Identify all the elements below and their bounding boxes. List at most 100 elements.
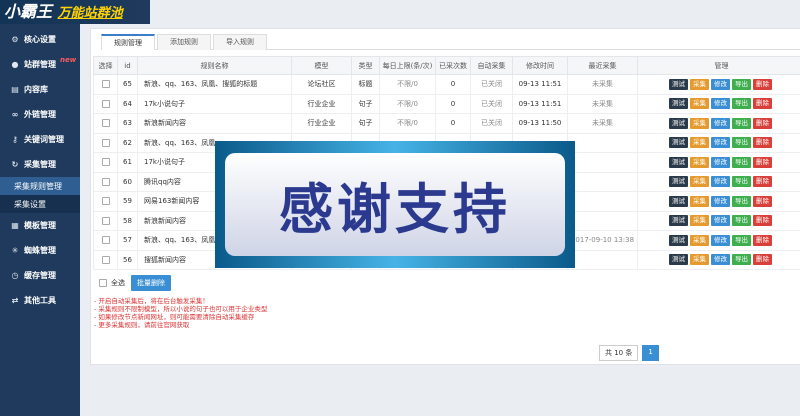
sidebar-item-templates[interactable]: ▦ 模板管理 xyxy=(0,213,80,238)
sidebar-item-external-links[interactable]: ∞ 外链管理 xyxy=(0,102,80,127)
cell-count: 0 xyxy=(435,93,471,114)
edit-button[interactable]: 修改 xyxy=(711,156,730,168)
cell-id: 65 xyxy=(117,74,138,95)
export-button[interactable]: 导出 xyxy=(732,98,751,110)
sidebar: ⚙ 核心设置 ● 站群管理 new ▤ 内容库 ∞ 外链管理 ⚷ 关键词管理 ↻ xyxy=(0,0,80,416)
cell-last xyxy=(567,132,638,153)
select-all-checkbox[interactable] xyxy=(99,279,107,287)
tab-add-rule[interactable]: 添加规则 xyxy=(157,34,211,50)
edit-button[interactable]: 修改 xyxy=(711,137,730,149)
delete-button[interactable]: 删除 xyxy=(753,195,772,207)
edit-button[interactable]: 修改 xyxy=(711,254,730,266)
row-checkbox[interactable] xyxy=(101,138,110,147)
sidebar-item-spiders[interactable]: ✳ 蜘蛛管理 xyxy=(0,238,80,263)
col-header-limit: 每日上限(条/次) xyxy=(379,56,436,75)
tab-rule-management[interactable]: 规则管理 xyxy=(101,34,155,50)
row-checkbox[interactable] xyxy=(101,216,110,225)
collect-button[interactable]: 采集 xyxy=(690,234,709,246)
row-checkbox[interactable] xyxy=(101,197,110,206)
sidebar-item-label: 关键词管理 xyxy=(24,135,64,144)
row-checkbox[interactable] xyxy=(101,158,110,167)
delete-button[interactable]: 删除 xyxy=(753,78,772,90)
cell-select xyxy=(93,210,118,231)
export-button[interactable]: 导出 xyxy=(732,234,751,246)
collect-button[interactable]: 采集 xyxy=(690,78,709,90)
link-icon: ∞ xyxy=(11,110,19,119)
test-button[interactable]: 测试 xyxy=(669,195,688,207)
delete-button[interactable]: 删除 xyxy=(753,234,772,246)
cell-model: 行业企业 xyxy=(291,93,352,114)
row-checkbox[interactable] xyxy=(101,236,110,245)
cell-modified: 09-13 11:51 xyxy=(512,93,568,114)
collect-button[interactable]: 采集 xyxy=(690,156,709,168)
sidebar-item-core-settings[interactable]: ⚙ 核心设置 xyxy=(0,27,80,52)
pager-page[interactable]: 1 xyxy=(642,345,659,361)
collect-button[interactable]: 采集 xyxy=(690,195,709,207)
test-button[interactable]: 测试 xyxy=(669,78,688,90)
row-checkbox[interactable] xyxy=(101,99,110,108)
col-header-modified: 修改时间 xyxy=(512,56,568,75)
delete-button[interactable]: 删除 xyxy=(753,215,772,227)
collect-button[interactable]: 采集 xyxy=(690,98,709,110)
refresh-icon: ↻ xyxy=(11,160,19,169)
collect-button[interactable]: 采集 xyxy=(690,254,709,266)
delete-button[interactable]: 删除 xyxy=(753,176,772,188)
edit-button[interactable]: 修改 xyxy=(711,78,730,90)
edit-button[interactable]: 修改 xyxy=(711,176,730,188)
sidebar-item-site-group[interactable]: ● 站群管理 new xyxy=(0,52,80,77)
export-button[interactable]: 导出 xyxy=(732,137,751,149)
col-header-model: 模型 xyxy=(291,56,352,75)
delete-button[interactable]: 删除 xyxy=(753,117,772,129)
sidebar-subitem-settings[interactable]: 采集设置 xyxy=(0,195,80,213)
row-checkbox[interactable] xyxy=(101,177,110,186)
row-checkbox[interactable] xyxy=(101,80,110,89)
export-button[interactable]: 导出 xyxy=(732,176,751,188)
cell-last xyxy=(567,210,638,231)
cell-select xyxy=(93,152,118,173)
delete-button[interactable]: 删除 xyxy=(753,254,772,266)
collect-button[interactable]: 采集 xyxy=(690,176,709,188)
edit-button[interactable]: 修改 xyxy=(711,215,730,227)
row-checkbox[interactable] xyxy=(101,255,110,264)
test-button[interactable]: 测试 xyxy=(669,98,688,110)
test-button[interactable]: 测试 xyxy=(669,215,688,227)
cell-id: 64 xyxy=(117,93,138,114)
notes: - 开启自动采集后，将在后台触发采集！ - 采集规则不限制模型，所以小说的句子也… xyxy=(94,297,267,329)
collect-button[interactable]: 采集 xyxy=(690,117,709,129)
sidebar-item-collection[interactable]: ↻ 采集管理 xyxy=(0,152,80,177)
edit-button[interactable]: 修改 xyxy=(711,117,730,129)
export-button[interactable]: 导出 xyxy=(732,156,751,168)
cell-id: 56 xyxy=(117,249,138,270)
delete-button[interactable]: 删除 xyxy=(753,137,772,149)
test-button[interactable]: 测试 xyxy=(669,176,688,188)
export-button[interactable]: 导出 xyxy=(732,117,751,129)
export-button[interactable]: 导出 xyxy=(732,195,751,207)
export-button[interactable]: 导出 xyxy=(732,254,751,266)
cell-last xyxy=(567,152,638,173)
test-button[interactable]: 测试 xyxy=(669,117,688,129)
export-button[interactable]: 导出 xyxy=(732,215,751,227)
sidebar-item-cache[interactable]: ◷ 缓存管理 xyxy=(0,263,80,288)
edit-button[interactable]: 修改 xyxy=(711,98,730,110)
bulk-delete-button[interactable]: 批量删除 xyxy=(131,275,171,291)
test-button[interactable]: 测试 xyxy=(669,234,688,246)
test-button[interactable]: 测试 xyxy=(669,137,688,149)
sidebar-subitem-rules[interactable]: 采集规则管理 xyxy=(0,177,80,195)
tab-import-rule[interactable]: 导入规则 xyxy=(213,34,267,50)
collect-button[interactable]: 采集 xyxy=(690,215,709,227)
col-header-select: 选择 xyxy=(93,56,118,75)
sidebar-item-other-tools[interactable]: ⇄ 其他工具 xyxy=(0,288,80,313)
edit-button[interactable]: 修改 xyxy=(711,234,730,246)
collect-button[interactable]: 采集 xyxy=(690,137,709,149)
edit-button[interactable]: 修改 xyxy=(711,195,730,207)
sidebar-item-content-library[interactable]: ▤ 内容库 xyxy=(0,77,80,102)
cell-manage: 测试 采集 修改 导出 删除 xyxy=(637,74,800,95)
export-button[interactable]: 导出 xyxy=(732,78,751,90)
row-checkbox[interactable] xyxy=(101,119,110,128)
delete-button[interactable]: 删除 xyxy=(753,98,772,110)
test-button[interactable]: 测试 xyxy=(669,254,688,266)
delete-button[interactable]: 删除 xyxy=(753,156,772,168)
test-button[interactable]: 测试 xyxy=(669,156,688,168)
sidebar-item-keywords[interactable]: ⚷ 关键词管理 xyxy=(0,127,80,152)
cell-count: 0 xyxy=(435,113,471,134)
